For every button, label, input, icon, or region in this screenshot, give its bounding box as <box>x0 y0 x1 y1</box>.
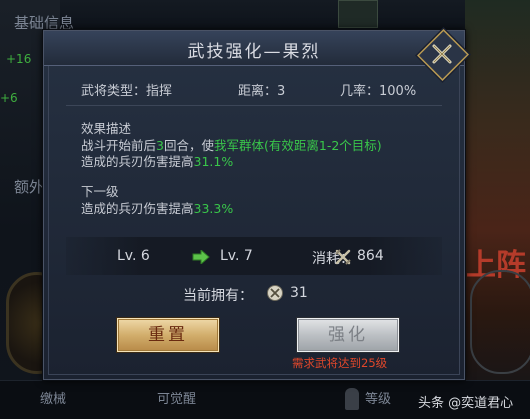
range-value: 3 <box>277 84 286 99</box>
next-level: Lv. 7 <box>220 248 253 264</box>
level-requirement-warning: 需求武将达到25级 <box>292 356 388 370</box>
enhance-button[interactable]: 强化 <box>297 318 399 352</box>
next-level-line: 造成的兵刃伤害提高33.3% <box>81 200 233 217</box>
next-value: 33.3% <box>193 201 234 216</box>
arrow-right-icon <box>192 250 210 264</box>
cost-value: 864 <box>357 248 384 264</box>
effect-current-value: 31.1% <box>193 154 234 169</box>
effect-line-2: 造成的兵刃伤害提高31.1% <box>81 153 233 170</box>
effect-text-c: 造成的兵刃伤害提高 <box>81 154 194 169</box>
dialog-title: 武技强化—果烈 <box>187 42 321 62</box>
bg-bottom-level: 等级 <box>365 392 392 407</box>
effect-rounds: 3 <box>156 138 164 153</box>
current-level: Lv. 6 <box>117 248 150 264</box>
dialog-titlebar: 武技强化—果烈 <box>44 31 464 66</box>
coin-token-icon <box>267 285 283 301</box>
effect-heading: 效果描述 <box>81 121 132 136</box>
range-info: 距离：3 <box>238 80 285 99</box>
general-type-label: 武将类型： <box>81 84 147 99</box>
close-x-icon[interactable] <box>429 41 455 67</box>
effect-target: 我军群体(有效距离1-2个目标) <box>213 138 382 153</box>
bg-bottom-awaken: 可觉醒 <box>157 392 197 407</box>
divider <box>66 105 442 106</box>
range-label: 距离： <box>238 84 278 99</box>
bg-stat-plus-2: +6 <box>0 91 18 105</box>
owned-label: 当前拥有： <box>183 288 253 304</box>
bg-stat-plus-1: +16 <box>6 52 32 66</box>
effect-text-a: 战斗开始前后 <box>81 138 157 153</box>
rate-info: 几率：100% <box>340 80 416 99</box>
rate-label: 几率： <box>340 84 380 99</box>
effect-line-1: 战斗开始前后3回合，使我军群体(有效距离1-2个目标) <box>81 137 382 154</box>
bg-bottom-disarm: 缴械 <box>40 392 67 407</box>
skill-enhance-dialog: 武技强化—果烈 武将类型：指挥 距离：3 几率：100% 效果描述 战斗开始前后… <box>43 29 469 380</box>
general-type: 武将类型：指挥 <box>81 80 172 99</box>
watermark: 头条 @奕道君心 <box>418 396 514 411</box>
next-text: 造成的兵刃伤害提高 <box>81 201 194 216</box>
next-level-heading: 下一级 <box>81 184 119 199</box>
bg-extra-label: 额外 <box>14 178 45 196</box>
effect-text-b: 回合，使 <box>163 138 214 153</box>
top-bar <box>0 0 530 30</box>
rate-value: 100% <box>379 84 417 99</box>
owned-value: 31 <box>290 285 308 301</box>
shield-emblem-icon <box>338 0 378 28</box>
helmet-icon <box>345 388 359 410</box>
bg-gear-ring <box>470 270 530 374</box>
crossed-swords-token-icon <box>335 249 351 265</box>
reset-button[interactable]: 重置 <box>117 318 219 352</box>
general-type-value: 指挥 <box>146 84 173 99</box>
